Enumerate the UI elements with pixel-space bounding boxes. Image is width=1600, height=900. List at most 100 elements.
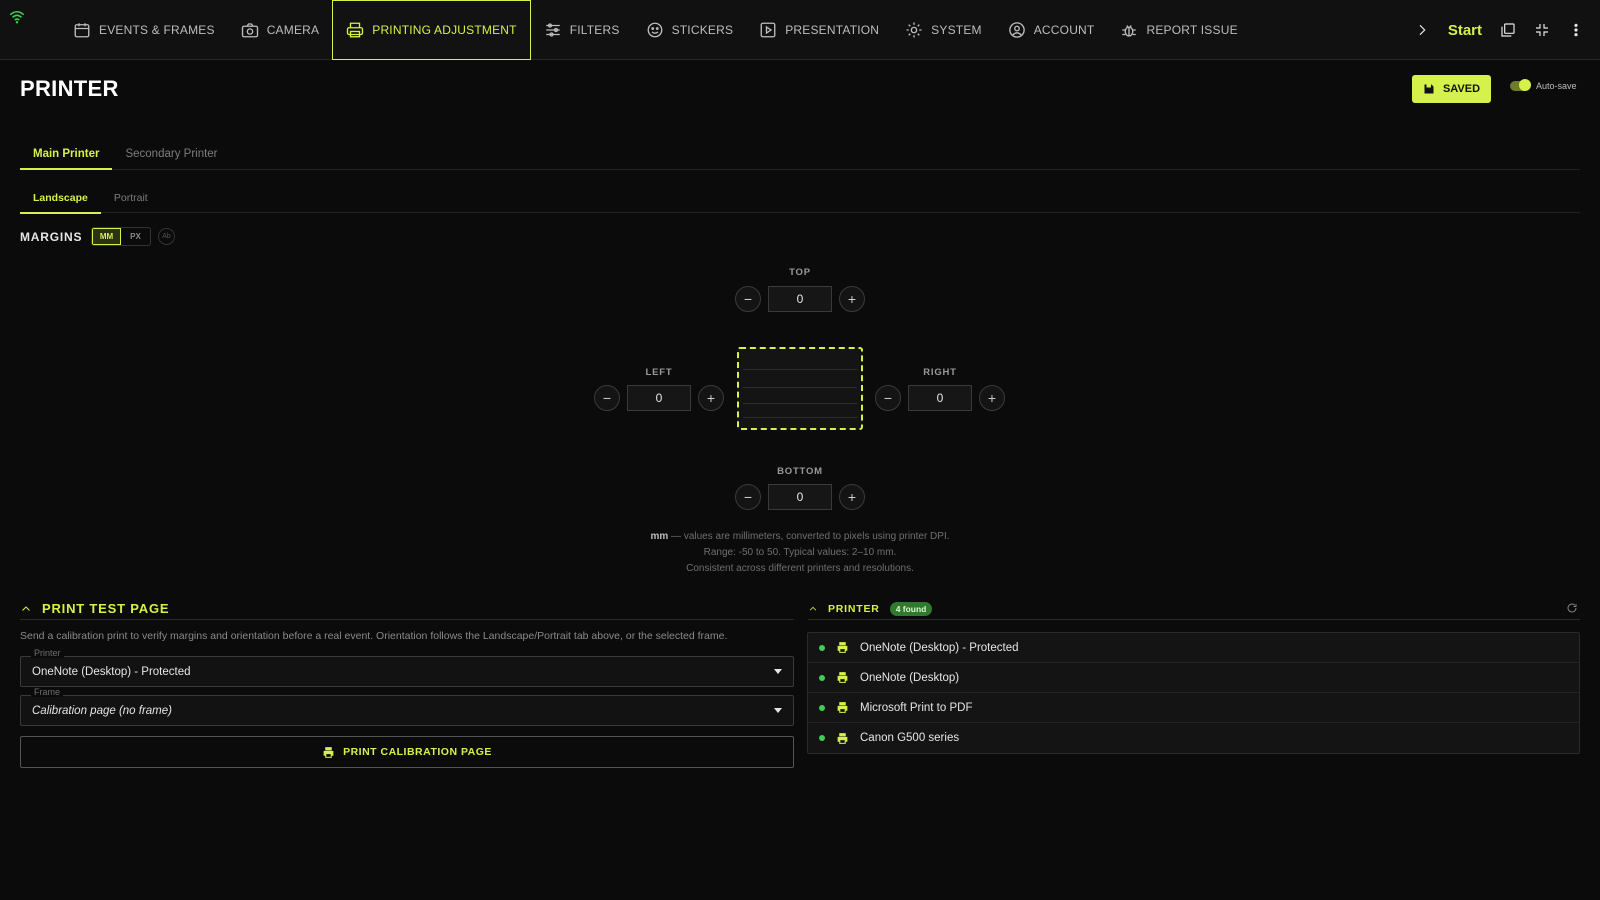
bottom-decrement-button[interactable]: − xyxy=(735,484,761,510)
left-margin-stepper: − 0 + xyxy=(594,385,724,411)
bottom-margin-stepper: − 0 + xyxy=(735,484,865,510)
text-size-button[interactable]: Ab xyxy=(158,228,175,245)
nav-system[interactable]: SYSTEM xyxy=(892,0,995,60)
chevron-up-icon xyxy=(809,606,817,611)
top-increment-button[interactable]: + xyxy=(839,286,865,312)
bottom-margin-input[interactable]: 0 xyxy=(768,484,832,510)
printers-found-badge: 4 found xyxy=(889,601,933,616)
user-icon xyxy=(1008,22,1025,38)
nav-label: PRESENTATION xyxy=(785,23,880,37)
left-decrement-button[interactable]: − xyxy=(594,385,620,411)
test-page-description: Send a calibration print to verify margi… xyxy=(20,630,728,642)
frame-select[interactable]: Frame Calibration page (no frame) xyxy=(20,687,794,726)
margins-hint: mm — values are millimeters, converted t… xyxy=(500,529,1100,577)
top-margin-input[interactable]: 0 xyxy=(768,286,832,312)
start-button[interactable]: Start xyxy=(1448,22,1482,39)
preview-line xyxy=(743,387,857,388)
hint-line-3: Consistent across different printers and… xyxy=(686,563,914,574)
unit-toggle: MM PX xyxy=(91,227,151,246)
printer-icon xyxy=(837,702,848,713)
more-vertical-icon[interactable] xyxy=(1568,22,1584,38)
bottom-margin-label: BOTTOM xyxy=(777,466,823,477)
top-margin-label: TOP xyxy=(789,267,811,278)
right-increment-button[interactable]: + xyxy=(979,385,1005,411)
printer-icon xyxy=(323,746,334,758)
nav-printing-adjustment[interactable]: PRINTING ADJUSTMENT xyxy=(332,0,531,60)
saved-button[interactable]: SAVED xyxy=(1412,75,1491,103)
gallery-icon[interactable] xyxy=(1500,22,1516,38)
frame-select-label: Frame xyxy=(31,687,64,697)
nav-label: REPORT ISSUE xyxy=(1146,23,1238,37)
margins-label: MARGINS xyxy=(20,230,83,244)
printer-select-label: Printer xyxy=(31,648,64,658)
hint-line-2: Range: -50 to 50. Typical values: 2–10 m… xyxy=(703,547,897,558)
printer-list-item[interactable]: OneNote (Desktop) xyxy=(808,663,1579,693)
nav-account[interactable]: ACCOUNT xyxy=(995,0,1108,60)
preview-line xyxy=(743,369,857,370)
dropdown-caret-icon xyxy=(774,669,782,674)
printer-select[interactable]: Printer OneNote (Desktop) - Protected xyxy=(20,648,794,687)
print-test-page-header[interactable]: PRINT TEST PAGE xyxy=(20,598,794,620)
left-increment-button[interactable]: + xyxy=(698,385,724,411)
status-dot xyxy=(819,644,825,651)
saved-label: SAVED xyxy=(1442,83,1481,95)
print-calibration-button[interactable]: PRINT CALIBRATION PAGE xyxy=(20,736,794,768)
fullscreen-exit-icon[interactable] xyxy=(1534,22,1550,38)
printer-list-item[interactable]: Microsoft Print to PDF xyxy=(808,693,1579,723)
chevron-right-icon[interactable] xyxy=(1414,22,1430,38)
camera-icon xyxy=(241,23,258,38)
right-decrement-button[interactable]: − xyxy=(875,385,901,411)
printer-name: Microsoft Print to PDF xyxy=(860,701,973,714)
printer-icon xyxy=(837,672,848,683)
autosave-label: Auto-save xyxy=(1536,81,1577,91)
hint-text-1: — values are millimeters, converted to p… xyxy=(668,531,950,542)
printer-list-header[interactable]: PRINTER 4 found xyxy=(808,598,1580,620)
nav-camera[interactable]: CAMERA xyxy=(228,0,333,60)
nav-label: ACCOUNT xyxy=(1033,23,1095,37)
top-right-controls: Start xyxy=(1414,0,1584,60)
right-margin-input[interactable]: 0 xyxy=(908,385,972,411)
nav-filters[interactable]: FILTERS xyxy=(531,0,633,60)
chevron-up-icon xyxy=(22,605,30,611)
refresh-button[interactable] xyxy=(1566,602,1578,614)
unit-mm-button[interactable]: MM xyxy=(92,228,121,245)
nav-events-frames[interactable]: EVENTS & FRAMES xyxy=(60,0,228,60)
right-margin-stepper: − 0 + xyxy=(875,385,1005,411)
top-decrement-button[interactable]: − xyxy=(735,286,761,312)
status-dot xyxy=(819,704,825,711)
tab-main-printer[interactable]: Main Printer xyxy=(20,142,113,170)
unit-px-button[interactable]: PX xyxy=(121,228,150,245)
top-navigation-bar: EVENTS & FRAMES CAMERA PRINTING ADJUSTME… xyxy=(0,0,1600,60)
autosave-control[interactable]: Auto-save xyxy=(1510,79,1577,91)
nav-report-issue[interactable]: REPORT ISSUE xyxy=(1107,0,1250,60)
nav-label: EVENTS & FRAMES xyxy=(99,23,215,37)
nav-label: PRINTING ADJUSTMENT xyxy=(372,23,517,37)
tab-landscape[interactable]: Landscape xyxy=(20,186,101,214)
nav-presentation[interactable]: PRESENTATION xyxy=(746,0,892,60)
printer-icon xyxy=(347,22,364,38)
tab-portrait[interactable]: Portrait xyxy=(101,186,161,214)
printer-list-title: PRINTER xyxy=(828,602,880,615)
printer-list-item[interactable]: Canon G500 series xyxy=(808,723,1579,753)
autosave-toggle[interactable] xyxy=(1510,79,1531,91)
printer-tabs: Main Printer Secondary Printer xyxy=(20,142,1580,170)
wifi-icon xyxy=(9,11,25,24)
print-test-page-title: PRINT TEST PAGE xyxy=(42,601,170,616)
left-margin-input[interactable]: 0 xyxy=(627,385,691,411)
nav-stickers[interactable]: STICKERS xyxy=(633,0,747,60)
page-title: PRINTER xyxy=(20,76,119,101)
refresh-icon xyxy=(1567,603,1577,613)
tab-secondary-printer[interactable]: Secondary Printer xyxy=(112,142,230,170)
play-icon xyxy=(760,22,776,38)
status-dot xyxy=(819,674,825,681)
printer-list-item[interactable]: OneNote (Desktop) - Protected xyxy=(808,633,1579,663)
main-nav: EVENTS & FRAMES CAMERA PRINTING ADJUSTME… xyxy=(60,0,1251,60)
top-margin-stepper: − 0 + xyxy=(735,286,865,312)
smiley-icon xyxy=(647,22,663,38)
hint-line-1: mm — values are millimeters, converted t… xyxy=(500,529,1100,545)
frame-select-value: Calibration page (no frame) xyxy=(32,704,172,717)
bottom-increment-button[interactable]: + xyxy=(839,484,865,510)
left-margin-label: LEFT xyxy=(645,367,673,378)
gear-icon xyxy=(906,22,922,38)
status-dot xyxy=(819,735,825,741)
